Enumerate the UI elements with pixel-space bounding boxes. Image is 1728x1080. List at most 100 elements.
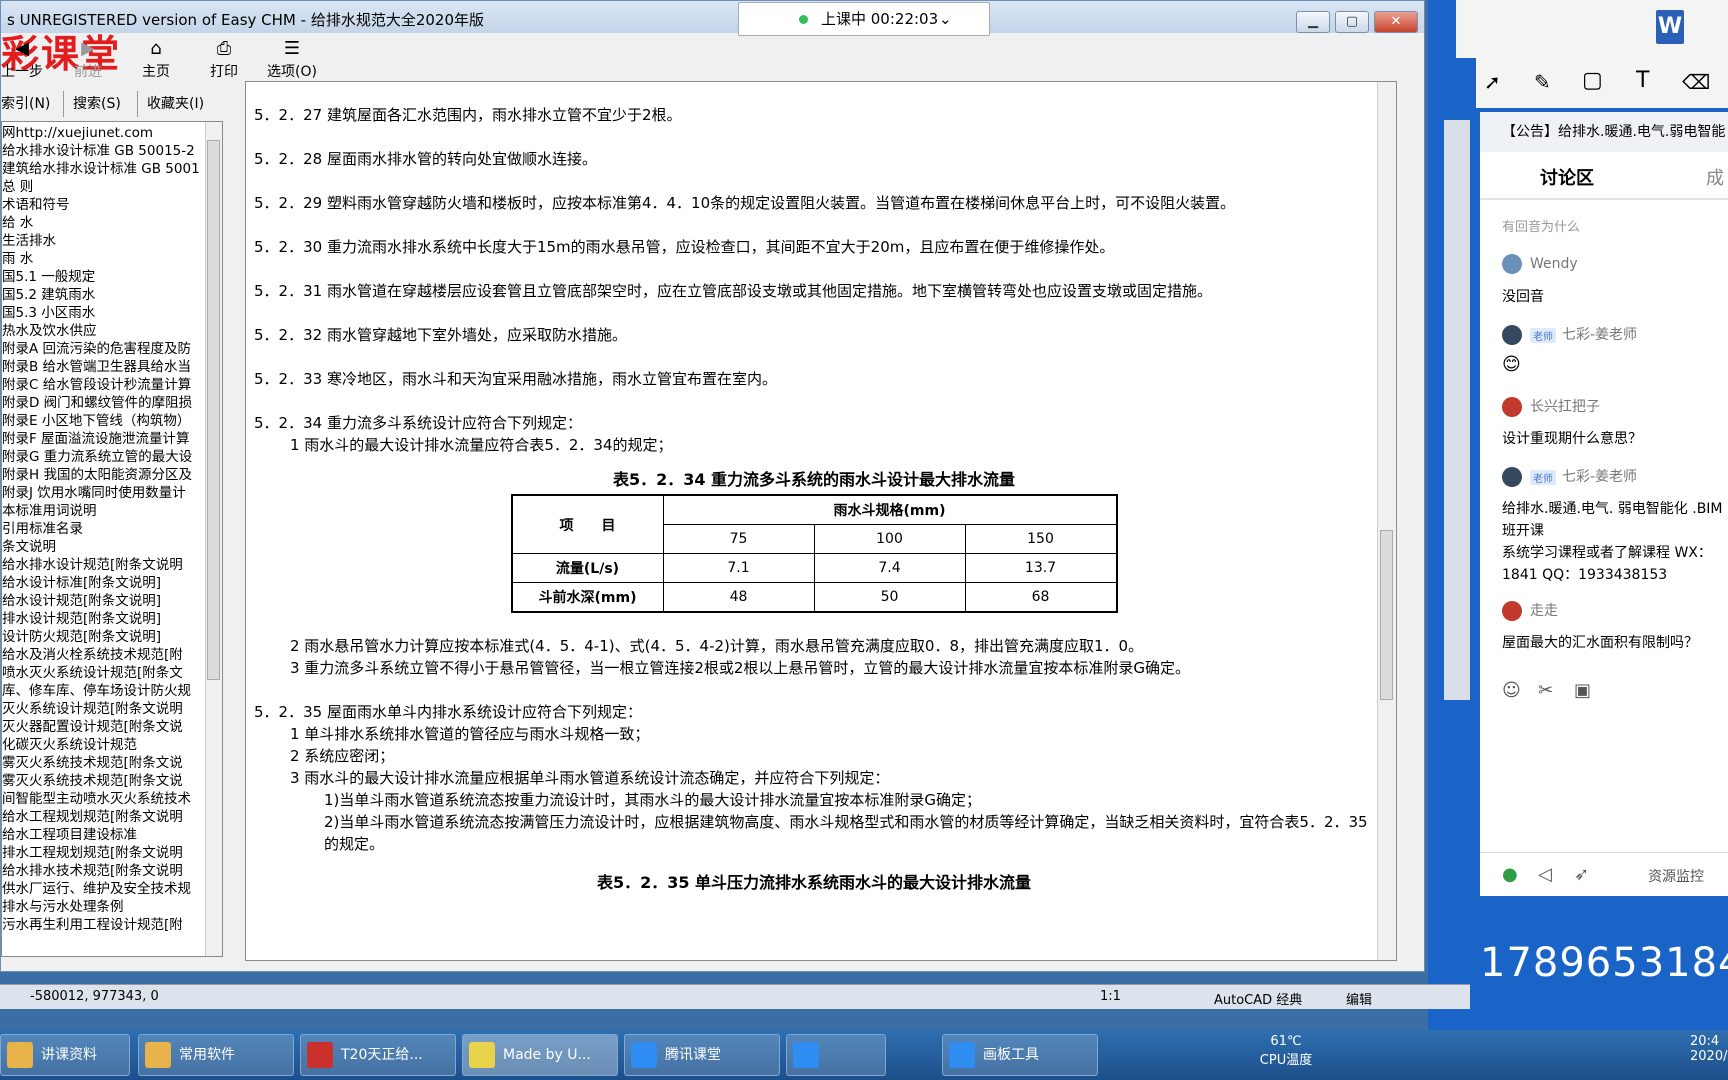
tab-index[interactable]: 索引(N) [1,93,50,115]
tree-item[interactable]: 给水工程规划规范[附条文说明 [2,808,207,826]
taskbar-item[interactable] [786,1034,886,1076]
tree-scrollbar[interactable] [205,122,222,956]
taskbar-item[interactable]: 画板工具 [942,1034,1098,1076]
chat-message-author: Wendy [1502,254,1578,274]
chm-help-icon [469,1042,495,1068]
tree-item[interactable]: 国5.3 小区雨水 [2,304,207,322]
tree-item[interactable]: 污水再生利用工程设计规范[附 [2,916,207,934]
tree-item[interactable]: 给水设计标准[附条文说明] [2,574,207,592]
content-scrollbar[interactable] [1377,82,1396,960]
content-scrollbar-thumb[interactable] [1380,530,1393,700]
annotation-scale[interactable]: 1:1 [1100,989,1121,1004]
share-icon[interactable]: ➶ [1574,864,1589,885]
scissors-icon[interactable]: ✂ [1538,680,1553,701]
tree-scrollbar-thumb[interactable] [207,140,220,680]
clause-5-2-33: 5．2．33 寒冷地区，雨水斗和天沟宜采用融冰措施，雨水立管宜布置在室内。 [254,370,777,388]
tree-item[interactable]: 附录E 小区地下管线（构筑物） [2,412,207,430]
tree-item[interactable]: 给水工程项目建设标准 [2,826,207,844]
tree-item[interactable]: 给水排水设计规范[附条文说明 [2,556,207,574]
cursor-tool-icon[interactable]: ➚ [1484,70,1501,94]
rectangle-tool-icon[interactable]: ▢ [1582,68,1603,93]
print-button[interactable]: ⎙ 打印 [189,39,259,81]
tree-item[interactable]: 雨 水 [2,250,207,268]
chevron-down-icon[interactable]: ⌄ [939,3,952,35]
emoji-icon[interactable]: ☺ [1502,680,1521,701]
taskbar-item[interactable]: 讲课资料 [0,1034,130,1076]
maximize-button[interactable]: ▢ [1335,11,1369,33]
tree-item[interactable]: 附录J 饮用水嘴同时使用数量计 [2,484,207,502]
tree-item[interactable]: 本标准用词说明 [2,502,207,520]
chat-announcement[interactable]: 【公告】给排水.暖通.电气.弱电智能 [1480,112,1728,152]
tree-item[interactable]: 雾灭火系统技术规范[附条文说 [2,754,207,772]
image-icon[interactable]: ▣ [1574,680,1591,701]
tree-item[interactable]: 附录G 重力流系统立管的最大设 [2,448,207,466]
tree-item[interactable]: 给水及消火栓系统技术规范[附 [2,646,207,664]
classroom-icon [631,1042,657,1068]
tree-item[interactable]: 库、修车库、停车场设计防火规 [2,682,207,700]
clause-5-2-31: 5．2．31 雨水管道在穿越楼层应设套管且立管底部架空时，应在立管底部设支墩或其… [254,282,1212,300]
text-tool-icon[interactable]: T [1636,68,1649,93]
tab-favorites[interactable]: 收藏夹(I) [147,93,204,115]
minimize-button[interactable]: ▁ [1296,11,1330,33]
tree-item[interactable]: 国5.2 建筑雨水 [2,286,207,304]
tree-item[interactable]: 术语和符号 [2,196,207,214]
taskbar-item[interactable]: 腾讯课堂 [624,1034,780,1076]
taskbar-item[interactable]: T20天正给... [300,1034,456,1076]
tree-item[interactable]: 热水及饮水供应 [2,322,207,340]
eraser-tool-icon[interactable]: ⌫ [1682,70,1710,94]
tree-item[interactable]: 间智能型主动喷水灭火系统技术 [2,790,207,808]
tree-item[interactable]: 给 水 [2,214,207,232]
word-icon[interactable]: W [1656,10,1684,44]
resource-monitor[interactable]: 资源监控 [1648,866,1704,886]
forward-button[interactable]: ▶ 前进 [53,39,123,81]
tree-item[interactable]: 喷水灭火系统设计规范[附条文 [2,664,207,682]
tab-members[interactable]: 成 [1706,164,1724,190]
tree-item[interactable]: 国5.1 一般规定 [2,268,207,286]
avatar [1502,601,1522,621]
tree-item[interactable]: 建筑给水排水设计标准 GB 5001 [2,160,207,178]
close-button[interactable]: ✕ [1374,11,1418,33]
tree-item[interactable]: 排水工程规划规范[附条文说明 [2,844,207,862]
tree-item[interactable]: 附录F 屋面溢流设施泄流量计算 [2,430,207,448]
tree-item[interactable]: 给水设计规范[附条文说明] [2,592,207,610]
tree-item[interactable]: 雾灭火系统技术规范[附条文说 [2,772,207,790]
tree-item[interactable]: 灭火系统设计规范[附条文说明 [2,700,207,718]
table-5-2-34: 项 目 雨水斗规格(mm) 75 100 150 流量(L/s) 7.1 7.4… [510,494,1118,613]
back-button[interactable]: ◀ 上一步 [0,39,57,81]
tree-item[interactable]: 附录A 回流污染的危害程度及防 [2,340,207,358]
tree-item[interactable]: 给水排水技术规范[附条文说明 [2,862,207,880]
tree-item[interactable]: 排水设计规范[附条文说明] [2,610,207,628]
speaker-icon[interactable]: ◁ [1538,864,1552,885]
microphone-icon[interactable]: ● [1502,864,1518,885]
clause-5-2-34-items: 2 雨水悬吊管水力计算应按本标准式(4．5．4-1)、式(4．5．4-2)计算，… [290,637,1191,677]
options-button[interactable]: ☰ 选项(O) [257,39,327,81]
contents-tree[interactable]: 网http://xuejiunet.com 给水排水设计标准 GB 50015-2… [1,121,223,957]
clock[interactable]: 20:4 2020/ [1690,1034,1727,1064]
edit-mode[interactable]: 编辑 [1346,989,1372,1008]
tree-item[interactable]: 灭火器配置设计规范[附条文说 [2,718,207,736]
tree-item[interactable]: 供水厂运行、维护及安全技术规 [2,880,207,898]
tree-item[interactable]: 附录B 给水管端卫生器具给水当 [2,358,207,376]
tree-item[interactable]: 化碳灭火系统设计规范 [2,736,207,754]
tab-search[interactable]: 搜索(S) [73,93,121,115]
folder-icon [145,1042,171,1068]
tree-item[interactable]: 附录D 阀门和螺纹管件的摩阻损 [2,394,207,412]
taskbar-item[interactable]: Made by U... [462,1034,618,1076]
tree-item[interactable]: 排水与污水处理条例 [2,898,207,916]
tree-item[interactable]: 引用标准名录 [2,520,207,538]
tree-item[interactable]: 生活排水 [2,232,207,250]
pen-tool-icon[interactable]: ✎ [1534,70,1551,94]
tree-item[interactable]: 条文说明 [2,538,207,556]
taskbar-item[interactable]: 常用软件 [138,1034,294,1076]
home-button[interactable]: ⌂ 主页 [121,39,191,81]
tree-item[interactable]: 网http://xuejiunet.com [2,124,207,142]
workspace-selector[interactable]: AutoCAD 经典 [1214,989,1302,1008]
window-titlebar[interactable]: s UNREGISTERED version of Easy CHM - 给排水… [1,1,1424,33]
tab-discuss[interactable]: 讨论区 [1540,164,1594,190]
tree-item[interactable]: 附录C 给水管段设计秒流量计算 [2,376,207,394]
tree-item[interactable]: 附录H 我国的太阳能资源分区及 [2,466,207,484]
tree-item[interactable]: 给水排水设计标准 GB 50015-2 [2,142,207,160]
live-timer[interactable]: 上课中 00:22:03 ⌄ [738,2,990,36]
tree-item[interactable]: 总 则 [2,178,207,196]
tree-item[interactable]: 设计防火规范[附条文说明] [2,628,207,646]
